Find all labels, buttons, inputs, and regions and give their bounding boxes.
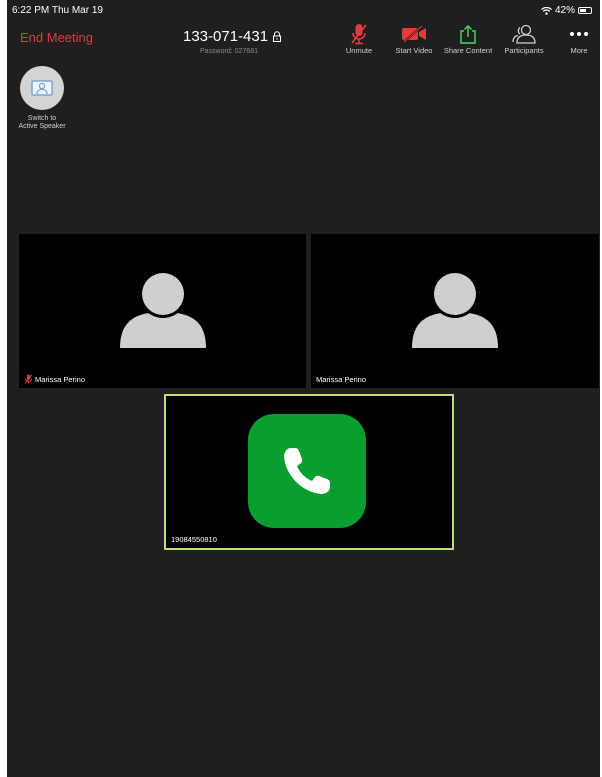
meeting-id: 133-071-431 (183, 28, 282, 45)
video-tile-1[interactable]: Marissa Perino (19, 234, 306, 388)
mic-muted-icon (351, 24, 367, 45)
status-bar: 6:22 PM Thu Mar 19 42% (7, 0, 600, 20)
participant-name: Marissa Perino (316, 375, 366, 384)
meeting-id-text: 133-071-431 (183, 28, 269, 45)
share-content-button[interactable]: Share Content (440, 22, 496, 58)
more-label: More (570, 46, 588, 55)
more-icon (570, 32, 588, 36)
switch-speaker-label: Switch to Active Speaker (18, 115, 66, 130)
status-time: 6:22 PM Thu Mar 19 (12, 5, 103, 16)
avatar (412, 270, 498, 348)
participant-name-text: Marissa Perino (35, 374, 86, 384)
participants-icon (512, 24, 536, 44)
lock-icon (273, 31, 282, 42)
switch-speaker-circle (20, 66, 64, 110)
participants-label: Participants (504, 46, 544, 55)
start-video-button[interactable]: Start Video (386, 22, 442, 58)
battery-percent: 42% (554, 5, 575, 16)
phone-call-avatar (248, 414, 366, 528)
unmute-label: Unmute (345, 46, 373, 55)
wifi-icon (541, 6, 552, 15)
video-tile-2[interactable]: Marissa Perino (311, 234, 599, 388)
end-meeting-button[interactable]: End Meeting (20, 30, 93, 45)
meeting-toolbar: End Meeting 133-071-431 Password: 027681 (7, 20, 600, 58)
zoom-meeting-screen: 6:22 PM Thu Mar 19 42% End Meeting 133-0… (7, 0, 600, 777)
participants-button[interactable]: Participants (496, 22, 552, 58)
video-tile-3-active[interactable]: 19084550810 (164, 394, 454, 550)
speaker-view-icon (31, 80, 53, 96)
start-video-label: Start Video (395, 46, 433, 55)
participant-name: 19084550810 (171, 535, 217, 544)
participant-name: Marissa Perino (24, 374, 85, 384)
share-icon (460, 25, 476, 44)
phone-icon (284, 448, 330, 494)
meeting-password: Password: 027681 (200, 48, 258, 55)
participant-name-text: 19084550810 (171, 535, 217, 544)
battery-icon (578, 7, 592, 14)
participant-name-text: Marissa Perino (316, 375, 367, 384)
share-content-label: Share Content (443, 46, 493, 55)
switch-to-active-speaker-button[interactable]: Switch to Active Speaker (13, 66, 71, 131)
status-right: 42% (541, 5, 592, 16)
avatar (119, 270, 206, 348)
unmute-button[interactable]: Unmute (331, 22, 387, 58)
video-off-icon (402, 25, 426, 43)
mic-muted-icon (24, 374, 33, 384)
more-button[interactable]: More (551, 22, 600, 58)
